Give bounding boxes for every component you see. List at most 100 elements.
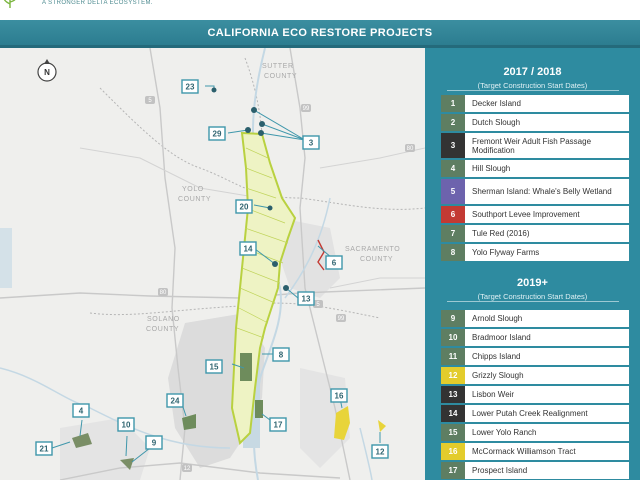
site-badge: 12 (371, 444, 389, 459)
road (329, 277, 425, 289)
site-badge: 6 (325, 255, 343, 270)
site-badge-label: 8 (279, 351, 284, 360)
highway-label: 80 (160, 290, 167, 296)
site-badge-label: 21 (40, 445, 49, 454)
site-badge: 15 (205, 359, 223, 374)
site-badge-label: 12 (376, 448, 385, 457)
site-badge-label: 9 (152, 439, 157, 448)
legend-number: 5 (441, 179, 465, 204)
legend-number: 15 (441, 424, 465, 441)
site-badge: 21 (35, 441, 53, 456)
legend-number: 13 (441, 386, 465, 403)
legend-label: Prospect Island (465, 462, 629, 479)
site-badge: 17 (269, 417, 287, 432)
page-title: CALIFORNIA ECO RESTORE PROJECTS (0, 20, 640, 48)
section-2017-header: 2017 / 2018 (Target Construction Start D… (425, 66, 640, 90)
top-banner: A STRONGER DELTA ECOSYSTEM. (0, 0, 640, 20)
legend-item: 14 Lower Putah Creek Realignment (441, 405, 629, 422)
county-label-sutter-2: COUNTY (264, 73, 297, 80)
legend-number: 10 (441, 329, 465, 346)
legend-number: 3 (441, 133, 465, 158)
site-badge-label: 10 (122, 421, 131, 430)
site-badge-label: 15 (210, 363, 219, 372)
legend-label: Lisbon Weir (465, 386, 629, 403)
section-2019-subheading: (Target Construction Start Dates) (477, 292, 588, 301)
site-badge-label: 6 (332, 259, 337, 268)
legend-item: 15 Lower Yolo Ranch (441, 424, 629, 441)
map-view[interactable]: SUTTER COUNTY YOLO COUNTY SACRAMENTO COU… (0, 48, 425, 480)
county-label-solano: SOLANO (147, 316, 180, 323)
legend-label: Fremont Weir Adult Fish Passage Modifica… (465, 133, 629, 158)
legend-label: Lower Yolo Ranch (465, 424, 629, 441)
site-badge: 14 (239, 241, 257, 256)
site-badge: 3 (302, 135, 320, 150)
section-2019-heading: 2019+ (517, 277, 548, 289)
legend-item: 2 Dutch Slough (441, 114, 629, 131)
legend-number: 12 (441, 367, 465, 384)
project-site (378, 420, 386, 432)
highway-label: 99 (303, 106, 310, 112)
section-2017-heading: 2017 / 2018 (503, 66, 562, 78)
legend-item: 10 Bradmoor Island (441, 329, 629, 346)
site-badge-label: 20 (240, 203, 249, 212)
legend-label: Tule Red (2016) (465, 225, 629, 242)
site-badge: 8 (272, 347, 290, 362)
site-badge-label: 4 (79, 407, 84, 416)
legend-label: Dutch Slough (465, 114, 629, 131)
site-badge: 23 (181, 79, 199, 94)
project-site (255, 400, 263, 418)
legend-item: 3 Fremont Weir Adult Fish Passage Modific… (441, 133, 629, 158)
road (0, 287, 425, 299)
county-label-sutter: SUTTER (262, 63, 294, 70)
site-badge-label: 24 (171, 397, 180, 406)
legend-number: 8 (441, 244, 465, 261)
legend-item: 7 Tule Red (2016) (441, 225, 629, 242)
map-canvas[interactable]: SUTTER COUNTY YOLO COUNTY SACRAMENTO COU… (0, 48, 425, 480)
site-badge-label: 16 (335, 392, 344, 401)
tagline: A STRONGER DELTA ECOSYSTEM. (42, 0, 153, 6)
legend-number: 2 (441, 114, 465, 131)
north-label: N (44, 68, 50, 77)
site-badge-label: 14 (244, 245, 253, 254)
legend-item: 13 Lisbon Weir (441, 386, 629, 403)
north-arrow-icon: N (37, 59, 57, 82)
legend-number: 14 (441, 405, 465, 422)
site-badge: 29 (208, 126, 226, 141)
legend-item: 9 Arnold Slough (441, 310, 629, 327)
project-legend-panel: 2017 / 2018 (Target Construction Start D… (425, 48, 640, 480)
legend-number: 7 (441, 225, 465, 242)
county-label-yolo: YOLO (182, 186, 204, 193)
legend-item: 11 Chipps Island (441, 348, 629, 365)
water-body (0, 228, 12, 288)
section-2017-subheading: (Target Construction Start Dates) (477, 81, 588, 90)
legend-label: Hill Slough (465, 160, 629, 177)
legend-number: 9 (441, 310, 465, 327)
legend-label: Grizzly Slough (465, 367, 629, 384)
legend-number: 4 (441, 160, 465, 177)
site-badge-label: 29 (213, 130, 222, 139)
county-label-sacramento-2: COUNTY (360, 256, 393, 263)
legend-item: 16 McCormack Williamson Tract (441, 443, 629, 460)
site-badge-label: 13 (302, 295, 311, 304)
county-label-solano-2: COUNTY (146, 326, 179, 333)
highway-label: 99 (338, 316, 345, 322)
legend-item: 1 Decker Island (441, 95, 629, 112)
legend-number: 11 (441, 348, 465, 365)
legend-label: McCormack Williamson Tract (465, 443, 629, 460)
county-label-yolo-2: COUNTY (178, 196, 211, 203)
section-divider (447, 90, 619, 91)
highway-label: 12 (184, 466, 191, 472)
legend-item: 12 Grizzly Slough (441, 367, 629, 384)
section-2019-header: 2019+ (Target Construction Start Dates) (425, 277, 640, 301)
legend-item: 8 Yolo Flyway Farms (441, 244, 629, 261)
legend-label: Southport Levee Improvement (465, 206, 629, 223)
county-label-sacramento: SACRAMENTO (345, 246, 400, 253)
site-badge: 13 (297, 291, 315, 306)
site-badge: 9 (145, 435, 163, 450)
legend-label: Lower Putah Creek Realignment (465, 405, 629, 422)
legend-item: 6 Southport Levee Improvement (441, 206, 629, 223)
legend-label: Yolo Flyway Farms (465, 244, 629, 261)
legend-label: Arnold Slough (465, 310, 629, 327)
legend-item: 17 Prospect Island (441, 462, 629, 479)
legend-number: 17 (441, 462, 465, 479)
